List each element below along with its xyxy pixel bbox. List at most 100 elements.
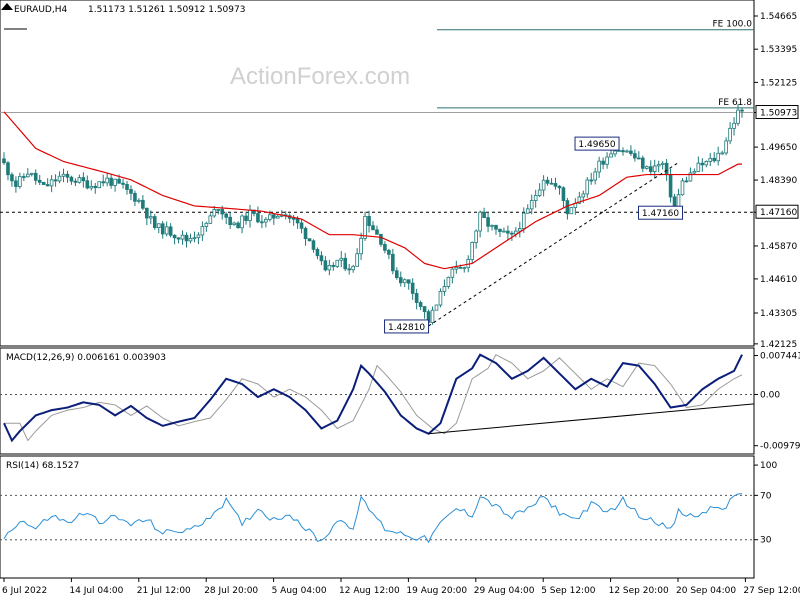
- candle-body: [212, 209, 217, 217]
- y-tick-label: 1.49650: [760, 143, 797, 153]
- candle-body: [113, 178, 117, 186]
- candle-body: [152, 216, 157, 228]
- candle-body: [700, 162, 705, 166]
- candle-body: [454, 266, 459, 270]
- candle-body: [482, 211, 486, 218]
- candle-body: [641, 157, 645, 169]
- candle-body: [355, 253, 359, 267]
- candle-body: [398, 277, 403, 284]
- price-panel: [0, 0, 755, 347]
- candle-body: [272, 214, 276, 219]
- candle-body: [565, 200, 570, 215]
- candle-body: [160, 223, 165, 235]
- candle-body: [553, 183, 558, 187]
- candle: [152, 213, 157, 230]
- candle-body: [311, 240, 316, 250]
- candle-body: [383, 243, 387, 251]
- candle-body: [81, 177, 86, 182]
- candle-body: [470, 242, 474, 260]
- x-tick-label: 20 Sep 04:00: [676, 586, 736, 596]
- candle-body: [41, 181, 46, 185]
- candle-body: [502, 230, 506, 233]
- price-annotation: 1.42810: [384, 319, 430, 334]
- candle-body: [319, 255, 324, 262]
- candle-body: [617, 150, 621, 152]
- candle-body: [339, 257, 344, 261]
- candle-body: [434, 304, 439, 311]
- price-annotation: 1.47160: [638, 205, 684, 220]
- candle-body: [545, 179, 550, 184]
- candle-body: [375, 229, 379, 235]
- candle-body: [204, 222, 209, 227]
- candle-body: [26, 173, 30, 178]
- candle-body: [391, 253, 395, 272]
- x-tick-label: 12 Sep 20:00: [609, 586, 669, 596]
- candle-body: [77, 177, 82, 183]
- candle-body: [69, 176, 74, 182]
- candle-body: [549, 182, 554, 185]
- candle-body: [422, 306, 427, 313]
- x-tick-label: 21 Jul 12:00: [137, 586, 191, 596]
- annotation-label: 1.47160: [642, 209, 679, 219]
- x-tick-label: 5 Sep 12:00: [541, 586, 596, 596]
- candle-body: [704, 161, 709, 166]
- candle-body: [450, 268, 455, 278]
- candle-body: [740, 109, 744, 112]
- x-tick-label: 12 Aug 12:00: [339, 586, 400, 596]
- y-tick-label: 70: [760, 491, 772, 501]
- candle-body: [192, 237, 197, 240]
- candle-body: [478, 211, 482, 232]
- candle-body: [402, 279, 407, 284]
- candle-body: [291, 217, 296, 220]
- candle-body: [315, 248, 320, 257]
- candle: [569, 207, 574, 215]
- candle-body: [141, 199, 145, 209]
- candle-body: [684, 180, 689, 183]
- candle-body: [442, 286, 447, 292]
- candle-body: [33, 172, 38, 181]
- candle-body: [105, 177, 109, 184]
- candle-body: [303, 227, 308, 240]
- candle-body: [61, 173, 66, 177]
- candle-body: [418, 302, 423, 307]
- candle-body: [732, 122, 736, 129]
- candle: [335, 259, 340, 268]
- candle-body: [65, 173, 70, 178]
- candle-body: [648, 166, 653, 172]
- candle-body: [156, 223, 161, 228]
- candle-body: [430, 309, 435, 323]
- candle-body: [200, 226, 205, 236]
- candle-body: [228, 216, 232, 225]
- candle-body: [220, 209, 225, 215]
- candle-body: [589, 179, 594, 182]
- candle-body: [601, 160, 605, 165]
- candle-body: [351, 265, 355, 271]
- candle-body: [494, 224, 498, 230]
- candle-body: [462, 267, 467, 270]
- candle-body: [45, 184, 50, 187]
- candle-body: [307, 238, 312, 242]
- candle-body: [652, 165, 657, 172]
- candle: [307, 238, 312, 242]
- candle-body: [93, 185, 98, 189]
- candle-body: [164, 226, 169, 235]
- chart-symbol: EURAUD,H4: [14, 5, 67, 15]
- candle-body: [712, 157, 717, 162]
- candle-body: [533, 195, 538, 201]
- watermark: ActionForex.com: [230, 63, 410, 90]
- candle-body: [581, 193, 586, 198]
- candle-body: [406, 279, 411, 284]
- candle-body: [557, 185, 562, 189]
- chart-canvas[interactable]: ActionForex.com FE 100.0 FE 61.8 1.49650 1.…: [0, 0, 800, 600]
- candle-body: [236, 222, 240, 229]
- candle-body: [644, 166, 649, 169]
- y-tick-label: 1.45870: [760, 242, 797, 252]
- candle-body: [486, 217, 490, 227]
- candle-body: [498, 228, 502, 232]
- candle-body: [335, 259, 340, 267]
- candle-body: [216, 209, 221, 211]
- candle-body: [367, 215, 371, 227]
- x-tick-label: 5 Aug 04:00: [272, 586, 327, 596]
- candle-body: [474, 230, 478, 243]
- candle-body: [387, 249, 391, 255]
